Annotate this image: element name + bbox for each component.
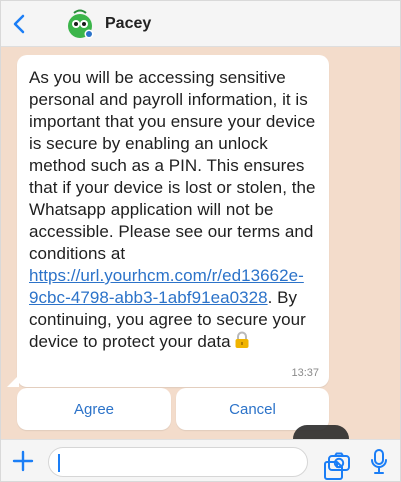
message-text: As you will be accessing sensitive perso… (29, 67, 317, 355)
chevron-left-icon (13, 14, 25, 33)
text-cursor (58, 454, 60, 472)
terms-link[interactable]: https://url.yourhcm.com/r/ed13662e-9cbc-… (29, 266, 304, 307)
lock-icon (234, 331, 250, 355)
plus-icon[interactable] (12, 450, 34, 472)
pacey-logo-icon (68, 9, 94, 38)
message-text-before-link: As you will be accessing sensitive perso… (29, 68, 316, 263)
camera-icon[interactable] (327, 450, 351, 474)
contact-name[interactable]: Pacey (105, 15, 151, 33)
cancel-button[interactable]: Cancel (176, 388, 329, 430)
chat-area: As you will be accessing sensitive perso… (1, 47, 400, 439)
contact-avatar[interactable] (65, 9, 95, 39)
agree-button[interactable]: Agree (17, 388, 171, 430)
message-time: 13:37 (291, 367, 319, 379)
message-bubble: As you will be accessing sensitive perso… (7, 55, 329, 387)
chat-header: Pacey (1, 1, 400, 47)
whatsapp-chat-screen: Pacey As you will be accessing sensitive… (0, 0, 401, 482)
microphone-icon[interactable] (368, 448, 390, 476)
overlay-shadow (293, 425, 349, 439)
back-button[interactable] (1, 1, 37, 47)
message-compose-bar (1, 439, 400, 481)
message-input[interactable] (48, 447, 343, 480)
